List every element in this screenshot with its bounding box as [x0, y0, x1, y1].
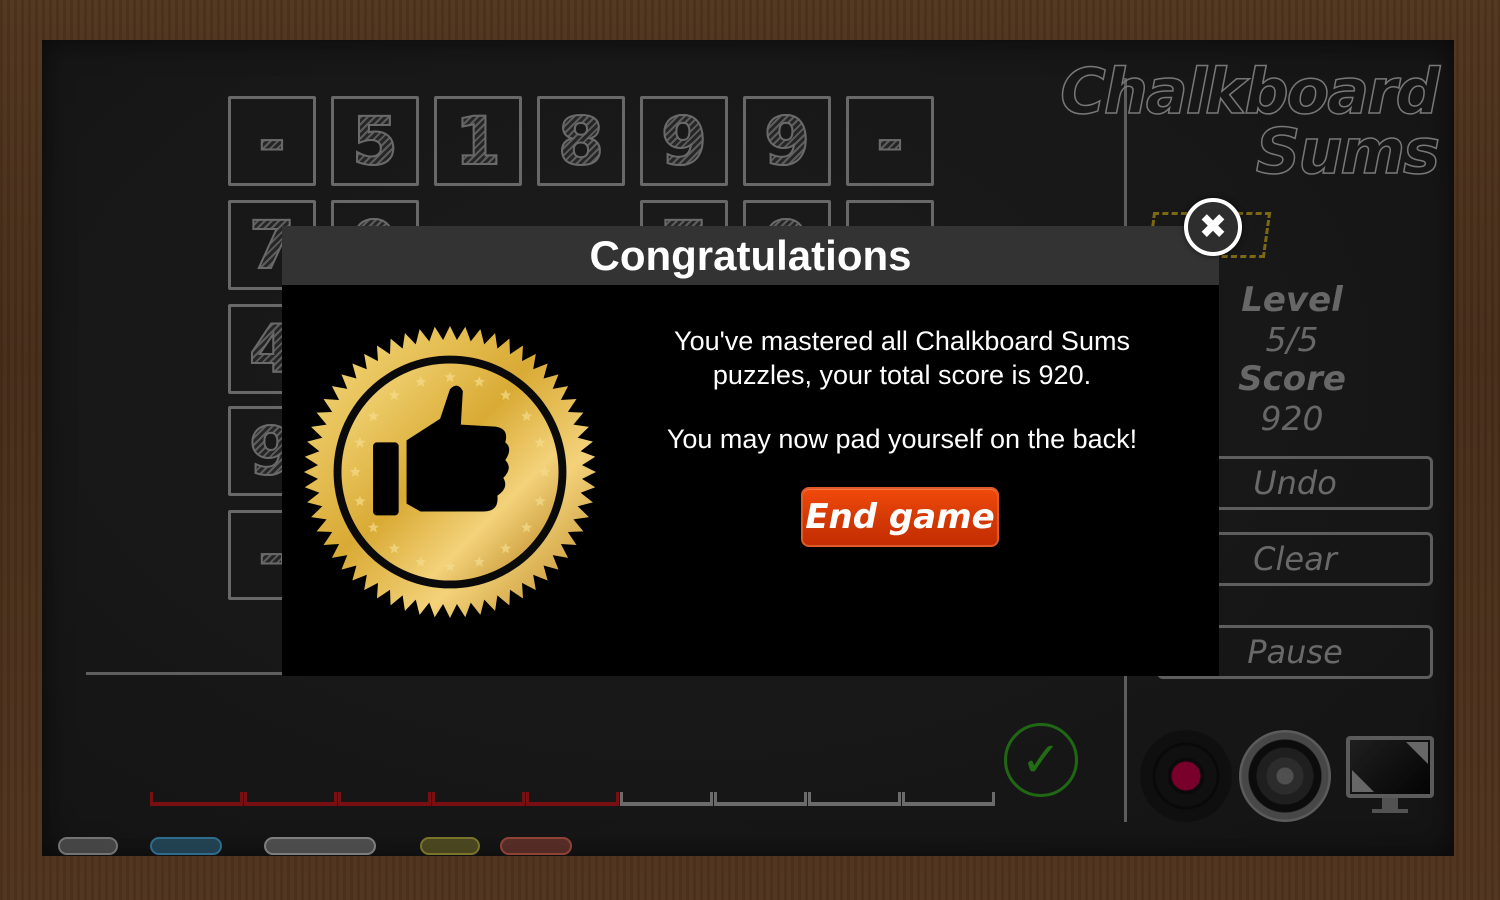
dialog-header: Congratulations: [282, 226, 1219, 285]
dialog-title: Congratulations: [589, 231, 912, 279]
congratulations-dialog: Congratulations You've mastered all Chal…: [282, 226, 1219, 676]
close-dialog-button[interactable]: ✖: [1184, 198, 1242, 256]
dialog-message: You've mastered all Chalkboard Sums puzz…: [666, 326, 1138, 454]
gold-medal-icon: [303, 325, 597, 619]
close-icon: ✖: [1198, 207, 1228, 247]
end-game-button[interactable]: End game: [801, 487, 999, 547]
